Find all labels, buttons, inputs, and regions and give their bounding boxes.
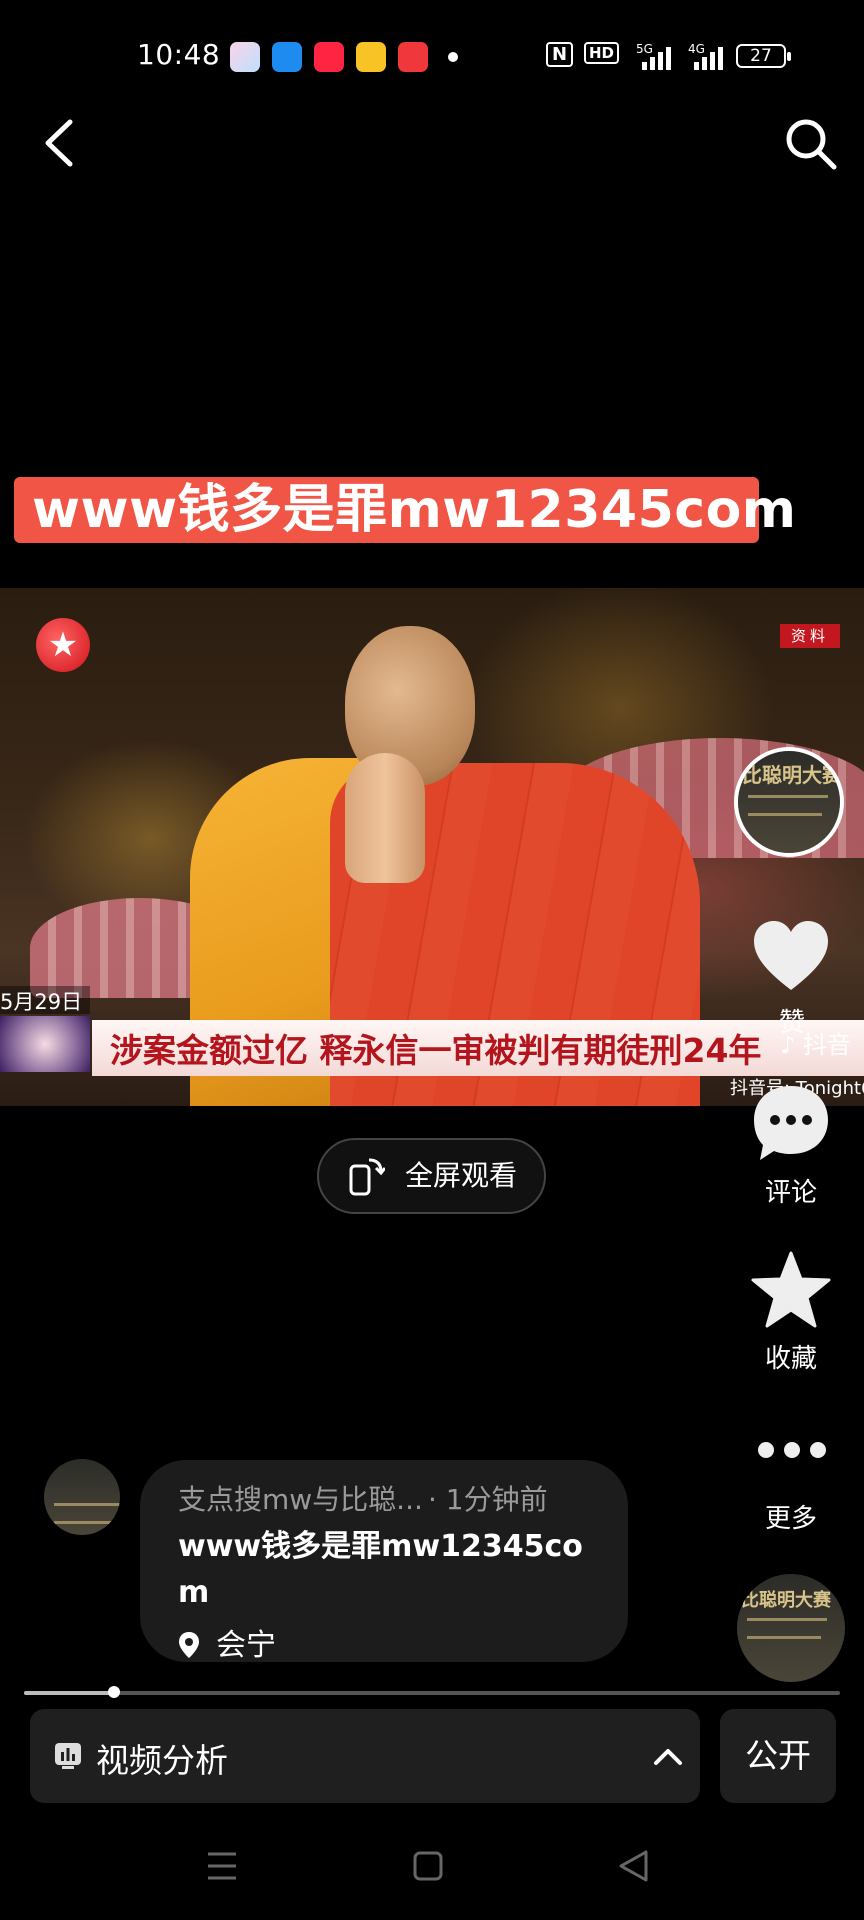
video-info-bubble[interactable]: 支点搜mw与比聪... · 1分钟前 www钱多是罪mw12345com 会宁 [140,1460,628,1664]
title-banner: www钱多是罪mw12345com [14,477,796,543]
menu-icon[interactable] [204,1848,240,1884]
comment-label: 评论 [764,1178,817,1208]
app-icon-4 [356,42,386,72]
back-button[interactable] [40,118,80,168]
location-pin-icon [179,1632,199,1658]
search-icon[interactable] [783,116,839,172]
commenter-avatar-image [44,1459,120,1535]
signal-4g-icon [694,47,723,70]
music-disc-image: 比聪明大赛 [737,1574,845,1682]
archive-tag: 资料 [780,624,840,648]
fullscreen-button[interactable]: 全屏观看 [317,1138,546,1214]
signal-5g-icon [642,47,671,70]
bar-chart-icon [55,1743,81,1769]
notification-dot [448,52,458,62]
author-name[interactable]: 支点搜mw与比聪... [178,1483,423,1516]
comment-icon[interactable] [750,1082,832,1164]
heart-icon[interactable] [752,920,830,992]
post-time: · 1分钟前 [427,1483,548,1516]
fullscreen-label: 全屏观看 [405,1159,518,1192]
author-avatar[interactable]: 比聪明大赛 [734,747,844,857]
app-icon-2 [272,42,302,72]
news-globe-icon [0,1016,90,1072]
like-label: 赞 [778,1008,805,1038]
nfc-icon: N [546,42,574,67]
author-avatar-image: 比聪明大赛 [738,751,840,853]
rotate-screen-icon [349,1158,385,1196]
commenter-avatar[interactable] [44,1459,120,1535]
back-triangle-icon[interactable] [616,1848,652,1884]
dragon-tv-logo: ★ [36,618,90,672]
avatar-text: 比聪明大赛 [742,763,842,787]
music-disc-text: 比聪明大赛 [741,1590,831,1611]
app-icon-1 [230,42,260,72]
more-label: 更多 [764,1504,817,1534]
star-icon[interactable] [750,1250,832,1330]
public-button[interactable]: 公开 [720,1709,836,1803]
progress-thumb[interactable] [107,1686,120,1698]
praying-hands [345,753,425,883]
favorite-label: 收藏 [764,1344,817,1374]
progress-track[interactable] [24,1691,840,1695]
hd-icon: HD [584,42,620,64]
video-player[interactable]: ★ 资料 5月29日 涉案金额过亿 释永信一审被判有期徒刑24年 抖音号: To… [0,588,864,1106]
video-analysis-label: 视频分析 [96,1741,228,1780]
status-time: 10:48 [137,38,221,71]
toutiao-icon [398,42,428,72]
progress-fill [24,1691,114,1695]
music-disc[interactable]: 比聪明大赛 [737,1574,845,1682]
home-icon[interactable] [410,1848,446,1884]
xiaohongshu-icon [314,42,344,72]
location-row[interactable]: 会宁 [178,1620,628,1664]
news-date: 5月29日 [0,986,90,1014]
video-title: www钱多是罪mw12345com [178,1529,583,1610]
battery-indicator: 27 [736,44,791,68]
news-caption: 涉案金额过亿 释永信一审被判有期徒刑24年 [110,1031,762,1070]
location-label: 会宁 [216,1628,276,1663]
chevron-up-icon[interactable] [651,1741,685,1771]
more-dots-icon[interactable] [757,1440,827,1460]
